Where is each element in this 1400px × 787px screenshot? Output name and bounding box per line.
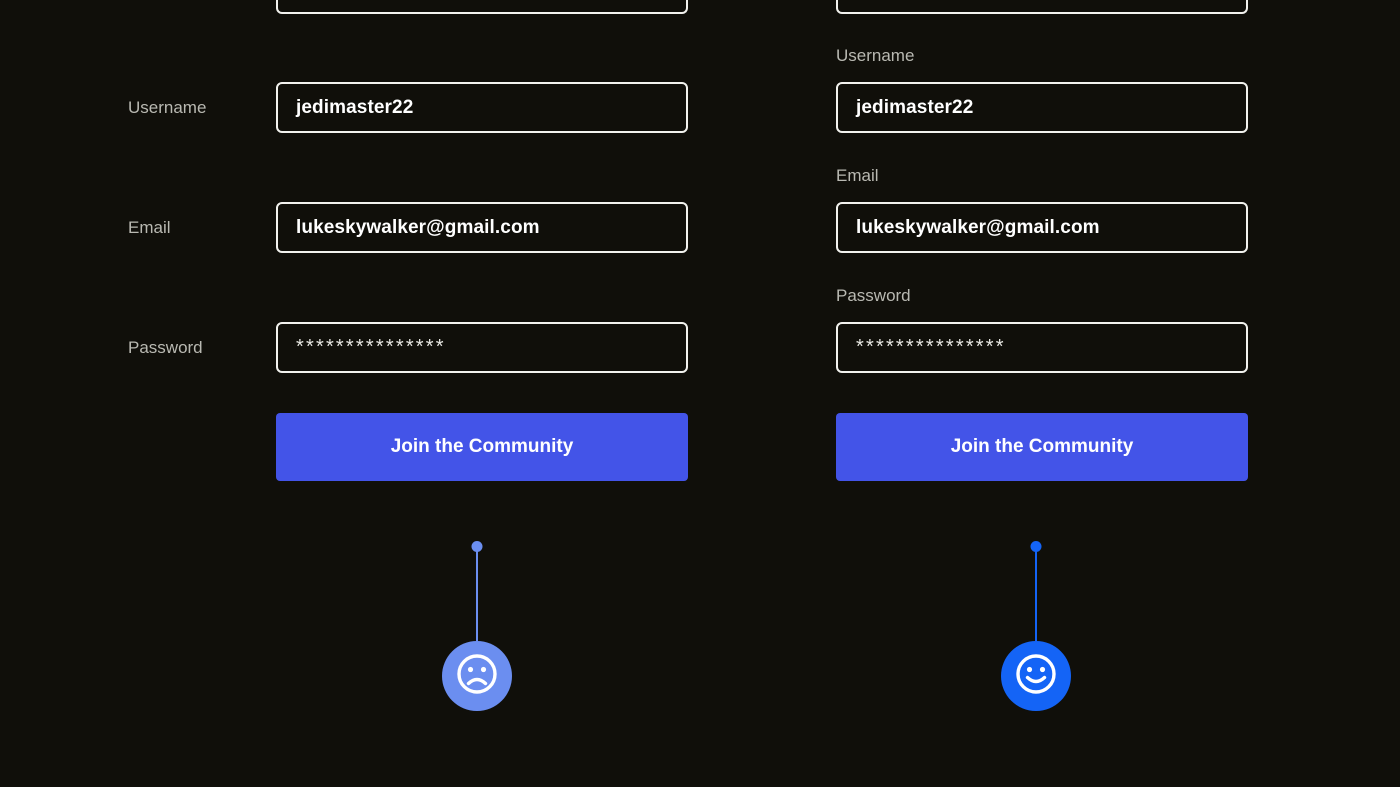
right-sentiment-marker[interactable] [1001, 541, 1071, 711]
right-username-label: Username [836, 46, 915, 65]
right-email-label: Email [836, 166, 879, 185]
right-password-input[interactable]: *************** [836, 322, 1248, 373]
smiling-face-icon [1012, 650, 1060, 703]
left-sentiment-marker[interactable] [442, 541, 512, 711]
left-marker-stem [476, 549, 478, 641]
right-cut-off-field[interactable] [836, 0, 1248, 14]
right-username-input[interactable]: jedimaster22 [836, 82, 1248, 133]
frowning-face-icon [453, 650, 501, 703]
left-username-input[interactable]: jedimaster22 [276, 82, 688, 133]
right-username-value: jedimaster22 [856, 96, 974, 118]
left-email-label: Email [128, 218, 171, 237]
right-email-value: lukeskywalker@gmail.com [856, 216, 1100, 238]
right-marker-bubble[interactable] [1001, 641, 1071, 711]
right-join-community-button[interactable]: Join the Community [836, 413, 1248, 481]
left-join-community-button[interactable]: Join the Community [276, 413, 688, 481]
left-username-value: jedimaster22 [296, 96, 414, 118]
left-marker-bubble[interactable] [442, 641, 512, 711]
left-password-label: Password [128, 338, 203, 357]
left-password-input[interactable]: *************** [276, 322, 688, 373]
right-marker-stem [1035, 549, 1037, 641]
left-email-input[interactable]: lukeskywalker@gmail.com [276, 202, 688, 253]
left-email-value: lukeskywalker@gmail.com [296, 216, 540, 238]
right-password-value: *************** [856, 336, 1006, 358]
left-username-label: Username [128, 98, 207, 117]
left-cut-off-field[interactable] [276, 0, 688, 14]
right-email-input[interactable]: lukeskywalker@gmail.com [836, 202, 1248, 253]
right-password-label: Password [836, 286, 911, 305]
comparison-canvas: Username jedimaster22 Email lukeskywalke… [0, 0, 1400, 787]
left-password-value: *************** [296, 336, 446, 358]
